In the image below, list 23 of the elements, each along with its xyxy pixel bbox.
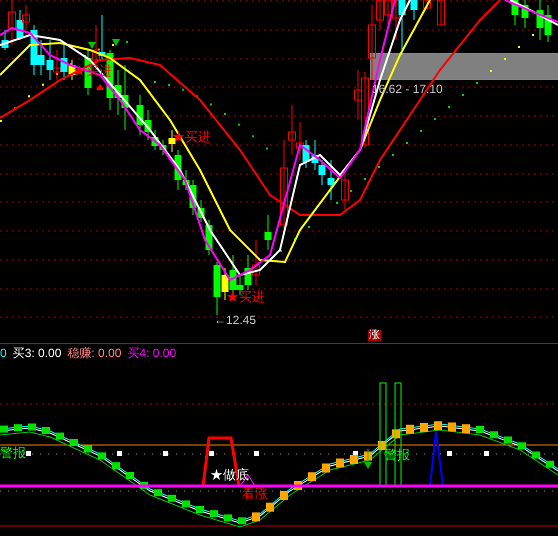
candlestick [512, 0, 518, 26]
candlestick [410, 0, 418, 20]
indicator-value: 买3: 0.00 [12, 347, 62, 359]
moving-average-line [504, 0, 558, 23]
low-price-label: ←12.45 [214, 314, 256, 326]
indicator-value: 0 [0, 347, 7, 359]
candlestick [341, 170, 349, 210]
down-arrow-icon [364, 448, 372, 469]
candlestick [264, 214, 272, 250]
peak-shape [429, 431, 444, 486]
up-triangle-icon [96, 84, 104, 90]
indicator-value: 买4: 0.00 [127, 347, 176, 359]
candlestick [522, 0, 528, 28]
candlestick [423, 0, 431, 10]
down-triangle-icon [112, 39, 120, 46]
moving-average-line [510, 0, 558, 26]
down-triangle-icon [88, 42, 96, 49]
signal-label: 看涨 [242, 487, 268, 500]
candlestick [328, 160, 334, 200]
candlestick [437, 0, 445, 26]
rise-badge: 涨 [368, 330, 381, 341]
signal-label: 警报 [0, 446, 26, 459]
indicator-value: 稳赚: 0.00 [67, 347, 122, 359]
